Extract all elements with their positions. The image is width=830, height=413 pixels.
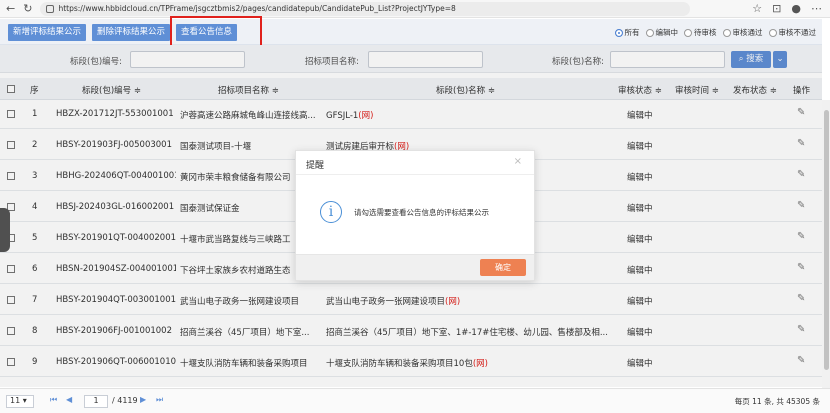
filter-approved[interactable]: 审核通过 <box>722 27 763 38</box>
url-text: https://www.hbbidcloud.cn/TPFrame/jsgczt… <box>58 4 456 13</box>
add-result-button[interactable]: 新增评标结果公示 <box>8 24 87 41</box>
more-icon[interactable]: ⋯ <box>811 2 822 15</box>
last-page-icon[interactable]: ⏭ <box>156 395 163 405</box>
dialog-message: 请勾选需要查看公告信息的评标结果公示 <box>354 207 489 217</box>
next-page-icon[interactable]: ▶ <box>140 395 146 404</box>
prev-page-icon[interactable]: ◀ <box>66 395 72 404</box>
scrollbar-thumb[interactable] <box>824 110 829 370</box>
address-bar[interactable]: https://www.hbbidcloud.cn/TPFrame/jsgczt… <box>40 1 691 16</box>
delete-result-button[interactable]: 删除评标结果公示 <box>92 24 171 41</box>
page-size-select[interactable]: 11 ▾ <box>6 395 34 408</box>
back-icon[interactable]: ← <box>6 2 15 15</box>
status-filter: 所有 编辑中 待审核 审核通过 审核不通过 <box>614 27 816 38</box>
filter-rejected[interactable]: 审核不通过 <box>768 27 816 38</box>
first-page-icon[interactable]: ⏮ <box>50 395 57 405</box>
ok-button[interactable]: 确定 <box>480 259 526 276</box>
info-icon: i <box>320 201 342 223</box>
collections-icon[interactable]: ⊡ <box>772 2 781 15</box>
alert-dialog: 提醒 × i 请勾选需要查看公告信息的评标结果公示 确定 <box>295 150 535 281</box>
browser-toolbar: ← ↻ https://www.hbbidcloud.cn/TPFrame/js… <box>0 0 830 18</box>
total-pages: / 4119 <box>112 396 138 405</box>
filter-pending[interactable]: 待审核 <box>684 27 717 38</box>
filter-editing[interactable]: 编辑中 <box>645 27 678 38</box>
highlight-box <box>170 16 262 47</box>
page-input[interactable]: 1 <box>84 395 108 408</box>
filter-all[interactable]: 所有 <box>614 27 640 38</box>
profile-icon[interactable]: ● <box>791 2 801 15</box>
reload-icon[interactable]: ↻ <box>23 2 32 15</box>
page-summary: 每页 11 条, 共 45305 条 <box>734 397 820 406</box>
favorite-icon[interactable]: ☆ <box>752 2 762 15</box>
dialog-title: 提醒 <box>306 161 325 171</box>
lock-icon <box>46 4 55 13</box>
pagination: 11 ▾ ⏮ ◀ 1 / 4119 ▶ ⏭ 每页 11 条, 共 45305 条 <box>0 388 830 413</box>
close-icon[interactable]: × <box>514 156 522 167</box>
